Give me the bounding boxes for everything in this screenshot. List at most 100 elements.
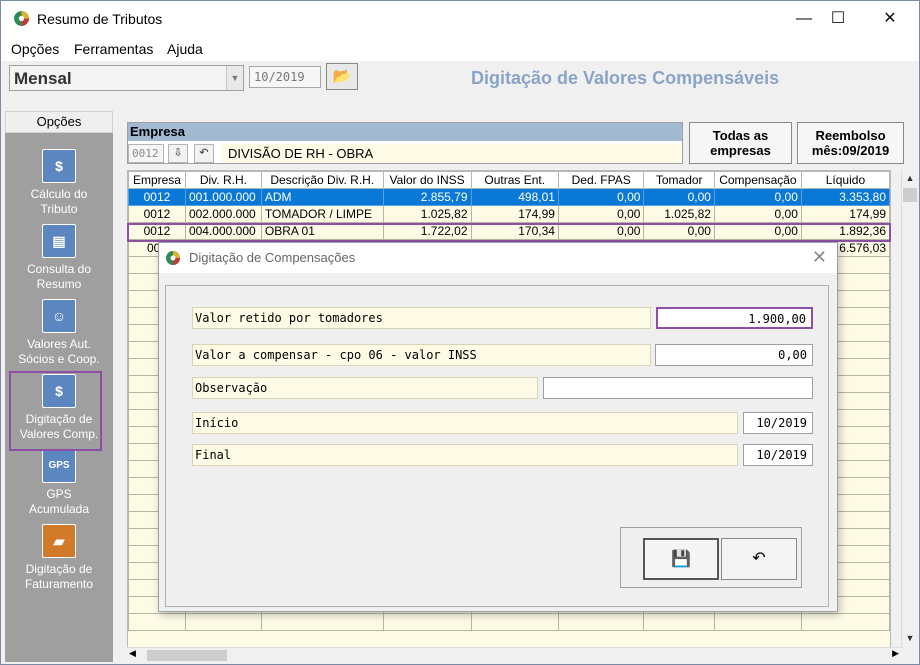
table-cell	[128, 613, 186, 631]
open-folder-button[interactable]: 📂	[326, 63, 358, 90]
column-header[interactable]: Compensação	[713, 171, 802, 189]
observacao-label: Observação	[192, 377, 538, 399]
table-cell	[557, 613, 645, 631]
hscroll-thumb[interactable]	[147, 650, 227, 661]
calculator-icon: $	[42, 149, 76, 183]
sidebar-item-gps[interactable]: GPS GPS Acumulada	[5, 449, 113, 517]
mode-value: Mensal	[14, 69, 72, 88]
table-cell: 0012	[128, 188, 186, 206]
close-button[interactable]: ✕	[867, 1, 913, 37]
table-cell: 0,00	[557, 188, 645, 206]
period-input[interactable]: 10/2019	[249, 66, 321, 88]
sidebar-header: Opções	[5, 111, 113, 133]
table-row[interactable]	[128, 613, 890, 631]
download-icon[interactable]: ⇩	[168, 144, 188, 163]
gps-document-icon: GPS	[42, 449, 76, 483]
sidebar-item-valores-aut[interactable]: ☺ Valores Aut. Sócios e Coop.	[5, 299, 113, 367]
book-icon: ▰	[42, 524, 76, 558]
column-header[interactable]: Valor do INSS	[382, 171, 472, 189]
table-cell: 002.000.000	[184, 205, 262, 223]
retido-label: Valor retido por tomadores	[192, 307, 651, 329]
dialog-form: Valor retido por tomadores 1.900,00 Valo…	[165, 285, 829, 607]
window-title: Resumo de Tributos	[37, 11, 163, 27]
page-title: Digitação de Valores Compensáveis	[471, 68, 780, 88]
scroll-right-icon[interactable]: ▶	[892, 648, 899, 659]
table-cell	[713, 613, 802, 631]
scroll-down-icon[interactable]: ▼	[902, 630, 918, 646]
empresa-label: Empresa	[128, 123, 682, 141]
compensar-label: Valor a compensar - cpo 06 - valor INSS	[192, 344, 651, 366]
table-cell: 0,00	[713, 205, 802, 223]
button-label: mês:09/2019	[811, 143, 890, 158]
vertical-scrollbar[interactable]: ▲ ▼	[901, 170, 917, 662]
horizontal-scrollbar[interactable]: ◀ ▶	[127, 647, 903, 662]
column-header[interactable]: Líquido	[800, 171, 890, 189]
app-icon	[166, 251, 180, 265]
menu-ferramentas[interactable]: Ferramentas	[74, 41, 153, 57]
column-header[interactable]: Div. R.H.	[184, 171, 262, 189]
undo-icon[interactable]: ↶	[194, 144, 214, 163]
column-header[interactable]: Ded. FPAS	[557, 171, 645, 189]
empresa-code-input[interactable]: 0012	[128, 144, 164, 163]
compensacoes-dialog: Digitação de Compensações ✕ Valor retido…	[158, 242, 838, 612]
menu-opcoes[interactable]: Opções	[11, 41, 59, 57]
sidebar-item-label: Resumo	[36, 277, 82, 291]
scroll-thumb[interactable]	[903, 188, 917, 202]
reembolso-button[interactable]: Reembolso mês:09/2019	[797, 122, 904, 164]
main-window: Resumo de Tributos — ☐ ✕ Opções Ferramen…	[0, 0, 920, 665]
title-bar: Resumo de Tributos — ☐ ✕	[1, 1, 919, 37]
table-cell: 0,00	[643, 188, 715, 206]
sidebar-item-consulta[interactable]: ▤ Consulta do Resumo	[5, 224, 113, 292]
column-header[interactable]: Descrição Div. R.H.	[260, 171, 384, 189]
column-header[interactable]: Empresa	[128, 171, 186, 189]
sidebar-item-label: Valores Aut.	[27, 337, 91, 351]
sidebar-item-label: Tributo	[40, 202, 78, 216]
retido-input[interactable]: 1.900,00	[656, 307, 813, 329]
table-row[interactable]: 0012 001.000.000 ADM 2.855,79 498,01 0,00 0,00…	[128, 188, 890, 206]
table-cell	[800, 613, 890, 631]
column-header[interactable]: Tomador	[643, 171, 715, 189]
sidebar-item-calculo[interactable]: $ Cálculo do Tributo	[5, 149, 113, 217]
column-header[interactable]: Outras Ent.	[470, 171, 559, 189]
table-cell: TOMADOR / LIMPE	[260, 205, 384, 223]
save-button[interactable]: 💾	[643, 538, 719, 580]
table-cell	[470, 613, 559, 631]
sidebar-item-label: Consulta do	[26, 262, 92, 276]
sidebar-item-faturamento[interactable]: ▰ Digitação de Faturamento	[5, 524, 113, 592]
table-cell: 3.353,80	[800, 188, 890, 206]
chevron-down-icon[interactable]: ▼	[226, 66, 243, 90]
undo-button[interactable]: ↶	[721, 538, 797, 580]
sidebar-item-label: Acumulada	[28, 502, 90, 516]
mode-select[interactable]: Mensal ▼	[9, 65, 244, 91]
final-input[interactable]: 10/2019	[743, 444, 813, 466]
todas-empresas-button[interactable]: Todas as empresas	[689, 122, 792, 164]
scroll-left-icon[interactable]: ◀	[129, 648, 136, 659]
table-cell: 0012	[128, 205, 186, 223]
app-icon	[14, 11, 29, 26]
table-cell: 174,99	[470, 205, 559, 223]
compensar-input[interactable]: 0,00	[655, 344, 813, 366]
table-cell: ADM	[260, 188, 384, 206]
sidebar-item-label: Faturamento	[24, 577, 94, 591]
dialog-title-bar: Digitação de Compensações ✕	[159, 243, 837, 273]
scroll-up-icon[interactable]: ▲	[902, 170, 918, 186]
inicio-input[interactable]: 10/2019	[743, 412, 813, 434]
sidebar-item-label: Sócios e Coop.	[18, 352, 100, 366]
sidebar: Opções $ Cálculo do Tributo ▤ Consulta d…	[5, 111, 113, 662]
button-label: Todas as	[712, 128, 769, 143]
button-label: empresas	[710, 143, 771, 158]
final-label: Final	[192, 444, 738, 466]
folder-icon: 📂	[332, 68, 352, 85]
menu-ajuda[interactable]: Ajuda	[167, 41, 203, 57]
observacao-input[interactable]	[543, 377, 813, 399]
table-row[interactable]: 0012 002.000.000 TOMADOR / LIMPE 1.025,82 17…	[128, 205, 890, 223]
inicio-label: Início	[192, 412, 738, 434]
sidebar-item-label: Digitação de	[25, 562, 93, 576]
table-cell: 0,00	[713, 188, 802, 206]
maximize-button[interactable]: ☐	[815, 1, 861, 37]
table-cell	[184, 613, 262, 631]
dialog-close-icon[interactable]: ✕	[812, 247, 827, 268]
computer-icon: ▤	[42, 224, 76, 258]
table-cell: 0,00	[557, 205, 645, 223]
table-cell	[382, 613, 472, 631]
